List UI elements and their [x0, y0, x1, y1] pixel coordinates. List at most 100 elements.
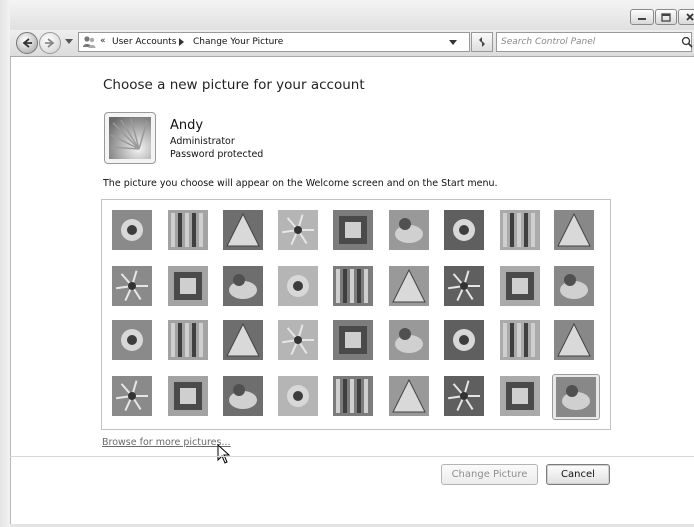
sunflower-icon	[333, 320, 373, 360]
search-box[interactable]	[496, 32, 693, 52]
maximize-icon	[661, 12, 671, 22]
roller-coaster-icon	[112, 210, 152, 250]
spiral-web-icon	[444, 376, 484, 416]
refresh-button[interactable]	[471, 32, 493, 52]
picture-tile-flower-closeup[interactable]	[552, 374, 600, 420]
striped-fabric-icon	[168, 376, 208, 416]
picture-tile-sailboat[interactable]	[554, 320, 598, 362]
robot-toy-icon	[223, 210, 263, 250]
fish-icon	[389, 320, 429, 360]
leaf-icon	[223, 266, 263, 306]
picture-tile-star-ornament[interactable]	[389, 266, 433, 308]
mouse-cursor-icon	[217, 444, 231, 464]
picture-tile-pomeranian[interactable]	[168, 320, 212, 362]
picture-tile-stairs[interactable]	[500, 266, 544, 308]
user-password-status: Password protected	[170, 149, 264, 160]
picture-tile-sea-shells[interactable]	[278, 320, 322, 362]
breadcrumb-change-your-picture[interactable]: Change Your Picture	[193, 37, 283, 47]
picture-tile-starfish[interactable]	[168, 210, 212, 252]
guitar-icon	[112, 320, 152, 360]
search-icon[interactable]	[681, 36, 693, 48]
picture-tile-striped-fabric[interactable]	[168, 376, 212, 418]
picture-tile-record-player[interactable]	[278, 210, 322, 252]
picture-tile-jacks[interactable]	[444, 266, 488, 308]
address-bar[interactable]: « User Accounts Change Your Picture	[78, 32, 470, 52]
picture-tile-pinwheel[interactable]	[554, 210, 598, 252]
back-arrow-icon	[22, 38, 32, 48]
address-dropdown-icon[interactable]	[449, 40, 457, 45]
navigation-bar: « User Accounts Change Your Picture	[10, 30, 694, 57]
lucky-cat-icon	[333, 210, 373, 250]
picture-tile-guitar[interactable]	[112, 320, 156, 362]
picture-tile-butterfly[interactable]	[389, 376, 433, 418]
butterfly-icon	[389, 376, 429, 416]
picture-tile-roller-coaster[interactable]	[112, 210, 156, 252]
soccer-ball-icon	[112, 376, 152, 416]
picture-tile-soccer-ball[interactable]	[112, 376, 156, 418]
minimize-button[interactable]	[630, 9, 654, 25]
breadcrumb-user-accounts[interactable]: User Accounts	[112, 37, 176, 47]
change-picture-button[interactable]: Change Picture	[441, 464, 538, 485]
fabric-swatches-icon	[168, 266, 208, 306]
picture-tile-bowling-ball[interactable]	[112, 266, 156, 308]
tin-robot-icon	[223, 320, 263, 360]
marbles-icon	[223, 376, 263, 416]
picture-tile-daisy[interactable]	[500, 210, 544, 252]
picture-tile-water-drop[interactable]	[500, 320, 544, 362]
breadcrumb-overflow[interactable]: «	[100, 36, 106, 46]
forward-arrow-icon	[45, 38, 55, 48]
close-button[interactable]	[678, 9, 694, 25]
daisy-icon	[500, 210, 540, 250]
paper-crane-icon	[554, 266, 594, 306]
forward-button[interactable]	[39, 32, 61, 54]
woven-pattern-icon	[333, 376, 373, 416]
picture-tile-woven-pattern[interactable]	[333, 376, 377, 418]
picture-tile-robot-toy[interactable]	[223, 210, 267, 252]
spinning-top-icon	[389, 210, 429, 250]
picture-tile-leaf[interactable]	[223, 266, 267, 308]
picture-tile-kitten[interactable]	[444, 210, 488, 252]
crayons-icon	[333, 266, 373, 306]
back-button[interactable]	[16, 32, 38, 54]
cancel-button[interactable]: Cancel	[546, 464, 610, 485]
picture-grid	[101, 199, 611, 430]
control-panel-window: « User Accounts Change Your Picture Choo…	[0, 0, 694, 527]
close-icon	[686, 13, 694, 21]
user-role: Administrator	[170, 136, 235, 147]
jacks-icon	[444, 266, 484, 306]
picture-tile-fish[interactable]	[389, 320, 433, 362]
search-input[interactable]	[501, 35, 671, 49]
window-left-edge	[0, 0, 11, 527]
kitten-icon	[444, 210, 484, 250]
refresh-icon	[479, 37, 485, 47]
picture-tile-crayons[interactable]	[333, 266, 377, 308]
window-icon	[278, 376, 318, 416]
title-bar	[10, 0, 694, 30]
picture-tile-spiral-web[interactable]	[444, 376, 488, 418]
water-drop-icon	[500, 320, 540, 360]
picture-tile-window[interactable]	[278, 376, 322, 418]
record-player-icon	[278, 210, 318, 250]
footer-separator	[10, 456, 694, 457]
hot-air-balloon-icon	[444, 320, 484, 360]
picture-tile-dog[interactable]	[278, 266, 322, 308]
picture-tile-lantern[interactable]	[500, 376, 544, 418]
dog-icon	[278, 266, 318, 306]
picture-tile-marbles[interactable]	[223, 376, 267, 418]
recent-pages-dropdown[interactable]	[65, 39, 73, 44]
maximize-button[interactable]	[655, 9, 677, 25]
minimize-icon	[638, 18, 646, 20]
flower-picture-icon	[109, 117, 151, 159]
browse-more-pictures-link[interactable]: Browse for more pictures...	[102, 437, 231, 448]
breadcrumb-arrow-icon[interactable]	[179, 38, 184, 46]
starfish-icon	[168, 210, 208, 250]
flower-closeup-icon	[556, 377, 596, 417]
picture-tile-sunflower[interactable]	[333, 320, 377, 362]
picture-tile-tin-robot[interactable]	[223, 320, 267, 362]
picture-tile-fabric-swatches[interactable]	[168, 266, 212, 308]
picture-tile-lucky-cat[interactable]	[333, 210, 377, 252]
picture-tile-spinning-top[interactable]	[389, 210, 433, 252]
picture-tile-paper-crane[interactable]	[554, 266, 598, 308]
pomeranian-icon	[168, 320, 208, 360]
picture-tile-hot-air-balloon[interactable]	[444, 320, 488, 362]
